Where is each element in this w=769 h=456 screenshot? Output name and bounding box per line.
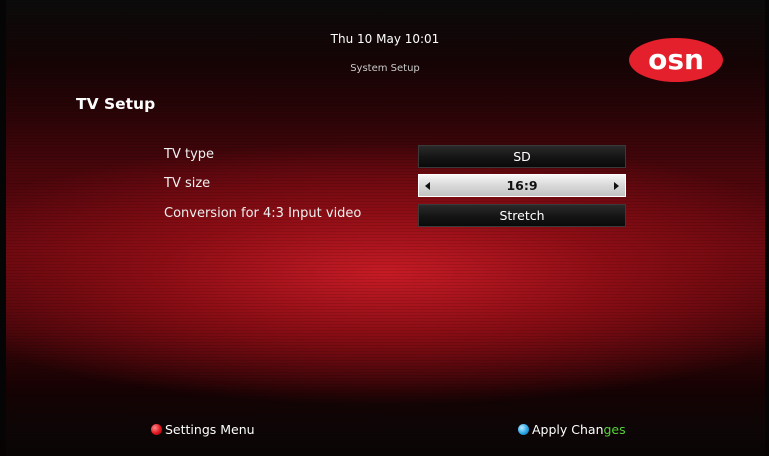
footer-bar xyxy=(0,410,769,456)
settings-menu-label: Settings Menu xyxy=(165,422,255,437)
conversion-label: Conversion for 4:3 Input video xyxy=(164,206,362,221)
tv-type-value: SD xyxy=(513,149,531,164)
conversion-select[interactable]: Stretch xyxy=(418,204,626,227)
right-arrow-icon[interactable] xyxy=(614,182,619,190)
apply-changes-label: Apply Changes xyxy=(532,422,626,437)
tv-type-select[interactable]: SD xyxy=(418,145,626,168)
tv-size-label: TV size xyxy=(164,176,211,191)
apply-changes-text: Apply Chan xyxy=(532,422,604,437)
apply-changes-button[interactable]: Apply Changes xyxy=(518,422,626,437)
left-arrow-icon[interactable] xyxy=(425,182,430,190)
tv-type-label: TV type xyxy=(164,147,215,162)
settings-menu-button[interactable]: Settings Menu xyxy=(151,422,255,437)
logo-text: osn xyxy=(648,43,704,76)
right-border xyxy=(765,0,769,456)
conversion-value: Stretch xyxy=(499,208,545,223)
date-time: Thu 10 May 10:01 xyxy=(330,32,440,46)
tv-size-select[interactable]: 16:9 xyxy=(418,174,626,197)
apply-changes-accent: ges xyxy=(603,422,626,437)
blue-dot-icon xyxy=(518,424,529,435)
page-title: TV Setup xyxy=(76,95,156,113)
red-dot-icon xyxy=(151,424,162,435)
left-border xyxy=(0,0,6,456)
osn-logo: osn xyxy=(629,38,723,82)
tv-size-value: 16:9 xyxy=(506,178,538,193)
section-subtitle: System Setup xyxy=(350,63,420,74)
